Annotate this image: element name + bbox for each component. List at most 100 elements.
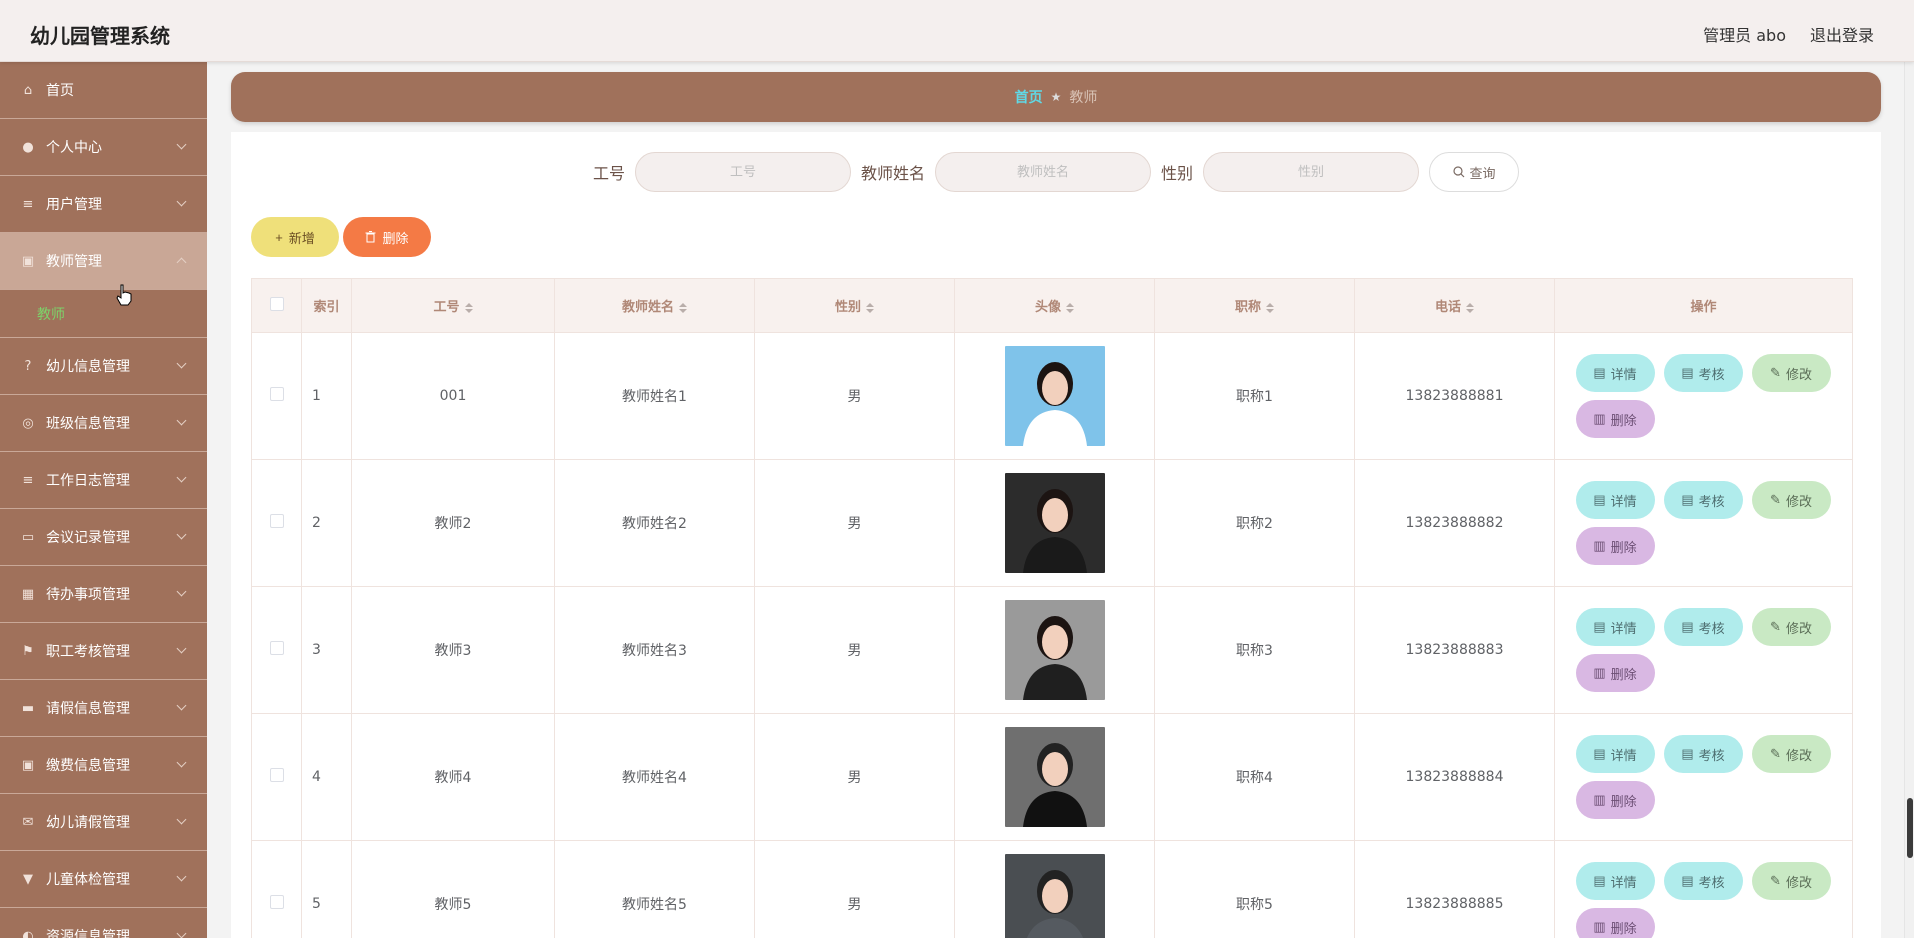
avatar-photo[interactable] xyxy=(1004,600,1105,700)
header-avatar[interactable]: 头像 xyxy=(954,278,1155,333)
sidebar-item-leave[interactable]: ▬ 请假信息管理 xyxy=(0,680,207,737)
sort-caret-icon[interactable] xyxy=(1466,302,1474,313)
row-ops: ▤ 详情 ▤ 考核 ✎ 修改 ▥ 删除 xyxy=(1574,481,1834,565)
row-checkbox[interactable] xyxy=(269,895,284,909)
detail-button-label: 详情 xyxy=(1610,747,1637,763)
row-phone: 13823888881 xyxy=(1354,332,1555,460)
header-avatar-label: 头像 xyxy=(1034,300,1061,315)
document-icon: ▤ xyxy=(1593,365,1606,380)
breadcrumb-home-link[interactable]: 首页 xyxy=(1015,87,1043,107)
edit-button[interactable]: ✎ 修改 xyxy=(1751,354,1831,392)
avatar-photo[interactable] xyxy=(1004,854,1105,938)
row-gender: 男 xyxy=(754,332,955,460)
sort-caret-icon[interactable] xyxy=(679,302,687,313)
row-checkbox[interactable] xyxy=(269,768,284,782)
header-id[interactable]: 工号 xyxy=(351,278,555,333)
edit-pen-icon: ✎ xyxy=(1770,365,1781,380)
assess-button[interactable]: ▤ 考核 xyxy=(1663,862,1743,900)
detail-button[interactable]: ▤ 详情 xyxy=(1575,354,1655,392)
search-gender-input[interactable] xyxy=(1203,152,1420,192)
sidebar-item-label: 工作日志管理 xyxy=(46,473,130,489)
detail-button[interactable]: ▤ 详情 xyxy=(1575,481,1655,519)
detail-button[interactable]: ▤ 详情 xyxy=(1575,608,1655,646)
sidebar-item-teachers[interactable]: ▣ 教师管理 xyxy=(0,233,207,290)
sidebar-item-users[interactable]: ≡ 用户管理 xyxy=(0,176,207,233)
admin-user-label[interactable]: 管理员 abo xyxy=(1703,22,1786,46)
sidebar: ⌂ 首页 ● 个人中心 ≡ 用户管理 ▣ 教师管理 教师 ? 幼儿信息管理 ◎ … xyxy=(0,62,207,938)
row-checkbox[interactable] xyxy=(269,641,284,655)
search-form: 工号 教师姓名 性别 查询 xyxy=(231,152,1881,192)
sidebar-item-children[interactable]: ? 幼儿信息管理 xyxy=(0,338,207,395)
delete-button[interactable]: ▥ 删除 xyxy=(1575,400,1655,438)
sidebar-item-profile[interactable]: ● 个人中心 xyxy=(0,119,207,176)
delete-row-button-label: 删除 xyxy=(1610,412,1637,428)
select-all-checkbox[interactable] xyxy=(269,296,284,311)
search-id-input[interactable] xyxy=(634,152,851,192)
edit-button[interactable]: ✎ 修改 xyxy=(1751,735,1831,773)
content-panel: 工号 教师姓名 性别 查询 + 新增 删除 xyxy=(231,132,1881,938)
sort-caret-icon[interactable] xyxy=(1266,302,1274,313)
sort-caret-icon[interactable] xyxy=(464,302,473,313)
header-title[interactable]: 职称 xyxy=(1154,278,1355,333)
delete-button[interactable]: ▥ 删除 xyxy=(1575,527,1655,565)
edit-button[interactable]: ✎ 修改 xyxy=(1751,862,1831,900)
ticket-icon: ▬ xyxy=(21,700,35,716)
row-checkbox[interactable] xyxy=(269,514,284,528)
header-gender[interactable]: 性别 xyxy=(754,278,955,333)
edit-button[interactable]: ✎ 修改 xyxy=(1751,481,1831,519)
row-gender: 男 xyxy=(754,586,955,714)
resource-icon: ◐ xyxy=(22,928,34,938)
row-ops: ▤ 详情 ▤ 考核 ✎ 修改 ▥ 删除 xyxy=(1574,862,1834,938)
logout-link[interactable]: 退出登录 xyxy=(1810,22,1874,46)
chevron-down-icon xyxy=(176,196,187,207)
assess-button[interactable]: ▤ 考核 xyxy=(1663,608,1743,646)
assess-button[interactable]: ▤ 考核 xyxy=(1663,735,1743,773)
detail-button[interactable]: ▤ 详情 xyxy=(1575,862,1655,900)
row-name: 教师姓名1 xyxy=(554,332,755,460)
sort-caret-icon[interactable] xyxy=(1066,302,1074,313)
chevron-down-icon xyxy=(176,643,187,654)
detail-button[interactable]: ▤ 详情 xyxy=(1575,735,1655,773)
sidebar-item-todos[interactable]: ▦ 待办事项管理 xyxy=(0,566,207,623)
sort-caret-icon[interactable] xyxy=(866,302,874,313)
row-checkbox[interactable] xyxy=(269,387,284,401)
sidebar-item-resources[interactable]: ◐ 资源信息管理 xyxy=(0,908,207,938)
assess-button[interactable]: ▤ 考核 xyxy=(1663,354,1743,392)
sidebar-item-worklog[interactable]: ≡ 工作日志管理 xyxy=(0,452,207,509)
delete-button[interactable]: ▥ 删除 xyxy=(1575,781,1655,819)
sidebar-item-health-check[interactable]: ▼ 儿童体检管理 xyxy=(0,851,207,908)
document-icon: ▤ xyxy=(1593,619,1606,634)
row-title: 职称3 xyxy=(1154,586,1355,714)
avatar-photo[interactable] xyxy=(1004,346,1105,446)
header-name[interactable]: 教师姓名 xyxy=(554,278,755,333)
sidebar-item-home[interactable]: ⌂ 首页 xyxy=(0,62,207,119)
main-area: 首页 ★ 教师 工号 教师姓名 性别 查询 + 新增 删除 xyxy=(207,62,1914,938)
delete-button[interactable]: ▥ 删除 xyxy=(1575,908,1655,938)
avatar-photo[interactable] xyxy=(1004,727,1105,827)
sidebar-item-assessment[interactable]: ⚑ 职工考核管理 xyxy=(0,623,207,680)
document-icon: ▤ xyxy=(1593,746,1606,761)
sidebar-item-payments[interactable]: ▣ 缴费信息管理 xyxy=(0,737,207,794)
header-phone-label: 电话 xyxy=(1434,300,1461,315)
chevron-down-icon xyxy=(176,586,187,597)
assess-button[interactable]: ▤ 考核 xyxy=(1663,481,1743,519)
sidebar-item-meetings[interactable]: ▭ 会议记录管理 xyxy=(0,509,207,566)
scrollbar-thumb[interactable] xyxy=(1907,798,1913,858)
delete-button[interactable]: ▥ 删除 xyxy=(1575,654,1655,692)
page-scrollbar[interactable] xyxy=(1904,62,1914,938)
header-phone[interactable]: 电话 xyxy=(1354,278,1555,333)
breadcrumb-current: 教师 xyxy=(1069,90,1098,106)
search-name-input[interactable] xyxy=(935,152,1151,192)
avatar-photo[interactable] xyxy=(1004,473,1105,573)
sidebar-item-child-leave[interactable]: ✉ 幼儿请假管理 xyxy=(0,794,207,851)
row-gender: 男 xyxy=(754,840,955,938)
monitor-icon: ▭ xyxy=(21,529,35,545)
breadcrumb: 首页 ★ 教师 xyxy=(231,72,1881,122)
sidebar-item-classes[interactable]: ◎ 班级信息管理 xyxy=(0,395,207,452)
sidebar-subitem-teacher[interactable]: 教师 xyxy=(0,290,207,338)
edit-button[interactable]: ✎ 修改 xyxy=(1751,608,1831,646)
row-ops-cell: ▤ 详情 ▤ 考核 ✎ 修改 ▥ 删除 xyxy=(1554,332,1853,460)
batch-delete-button[interactable]: 删除 xyxy=(343,217,431,257)
add-button[interactable]: + 新增 xyxy=(251,217,339,257)
search-button[interactable]: 查询 xyxy=(1429,152,1520,192)
